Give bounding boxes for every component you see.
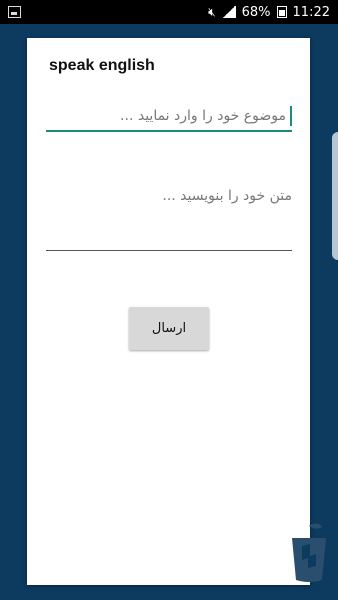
mute-icon: 🔇︎ xyxy=(208,4,216,19)
store-logo-icon xyxy=(292,523,326,582)
edge-panel-handle[interactable] xyxy=(332,132,338,260)
subject-input[interactable]: موضوع خود را وارد نمایید ... xyxy=(46,102,292,132)
battery-percent: 68% xyxy=(241,4,271,20)
signal-icon xyxy=(221,6,236,18)
message-placeholder: متن خود را بنویسید ... xyxy=(162,188,292,204)
dialog: speak english موضوع خود را وارد نمایید .… xyxy=(27,38,310,585)
subject-placeholder: موضوع خود را وارد نمایید ... xyxy=(120,108,286,124)
message-input[interactable]: متن خود را بنویسید ... xyxy=(46,188,292,251)
clock: 11:22 xyxy=(292,4,330,20)
status-bar: 🔇︎ 68% 11:22 xyxy=(0,0,338,24)
image-notification-icon xyxy=(8,6,21,18)
battery-icon xyxy=(276,6,287,18)
text-cursor xyxy=(290,106,292,126)
send-button[interactable]: ارسال xyxy=(129,307,209,350)
dialog-title: speak english xyxy=(49,57,155,74)
